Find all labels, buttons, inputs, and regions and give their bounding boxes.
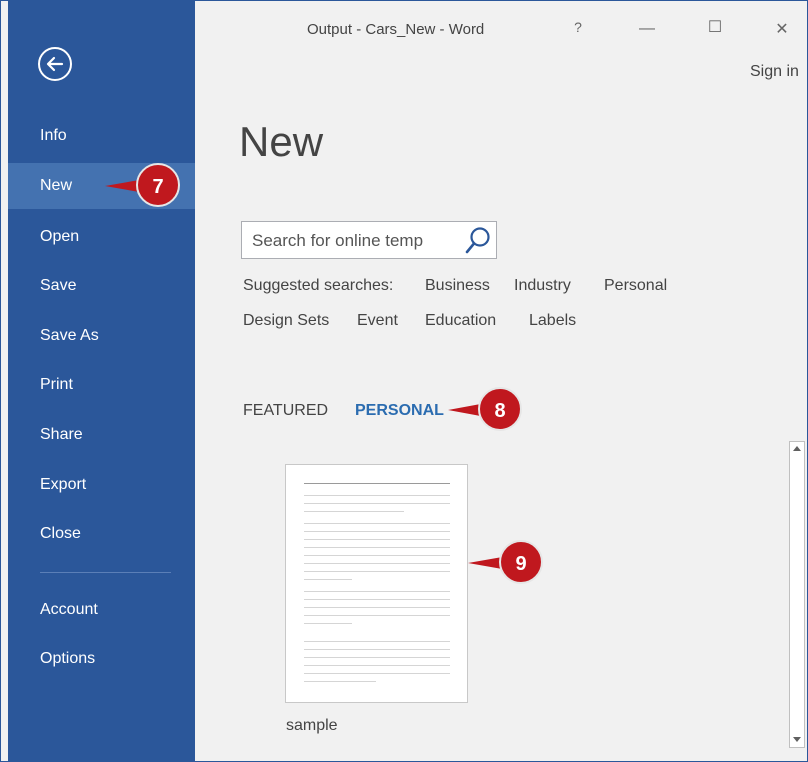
minimize-button[interactable]: — bbox=[635, 20, 659, 38]
maximize-button[interactable]: ☐ bbox=[703, 17, 727, 37]
close-button[interactable]: ✕ bbox=[770, 19, 794, 39]
doc-line bbox=[304, 591, 450, 592]
doc-line bbox=[304, 555, 450, 556]
nav-save-as[interactable]: Save As bbox=[8, 313, 195, 359]
template-thumbnail-sample[interactable] bbox=[285, 464, 468, 703]
doc-line bbox=[304, 607, 450, 608]
scroll-up-button[interactable] bbox=[790, 442, 804, 456]
nav-export[interactable]: Export bbox=[8, 462, 195, 508]
doc-title-line bbox=[304, 483, 450, 484]
back-button[interactable] bbox=[38, 47, 72, 81]
doc-line bbox=[304, 495, 450, 496]
tab-featured[interactable]: FEATURED bbox=[243, 402, 328, 420]
back-arrow-icon bbox=[46, 56, 64, 72]
suggested-education[interactable]: Education bbox=[425, 312, 496, 330]
doc-line bbox=[304, 673, 450, 674]
doc-line bbox=[304, 503, 450, 504]
arrow-down-icon bbox=[793, 737, 801, 742]
doc-line bbox=[304, 531, 450, 532]
doc-line bbox=[304, 511, 404, 512]
suggested-business[interactable]: Business bbox=[425, 277, 490, 295]
search-icon bbox=[465, 227, 490, 254]
callout-9: 9 bbox=[499, 540, 543, 584]
nav-close[interactable]: Close bbox=[8, 511, 195, 557]
vertical-scrollbar[interactable] bbox=[789, 441, 805, 748]
doc-line bbox=[304, 615, 450, 616]
help-button[interactable]: ? bbox=[566, 19, 590, 35]
callout-8: 8 bbox=[478, 387, 522, 431]
arrow-up-icon bbox=[793, 446, 801, 451]
backstage-sidebar: Info New Open Save Save As Print Share E… bbox=[8, 0, 195, 762]
suggested-labels[interactable]: Labels bbox=[529, 312, 576, 330]
nav-print[interactable]: Print bbox=[8, 362, 195, 408]
doc-line bbox=[304, 665, 450, 666]
suggested-searches-label: Suggested searches: bbox=[243, 277, 394, 294]
page-title: New bbox=[239, 118, 324, 165]
doc-line bbox=[304, 641, 450, 642]
search-input[interactable] bbox=[252, 230, 456, 252]
doc-line bbox=[304, 579, 352, 580]
doc-line bbox=[304, 657, 450, 658]
suggested-design-sets[interactable]: Design Sets bbox=[243, 312, 329, 330]
doc-line bbox=[304, 539, 450, 540]
sidebar-divider bbox=[40, 572, 171, 573]
tab-personal[interactable]: PERSONAL bbox=[355, 402, 444, 420]
suggested-personal[interactable]: Personal bbox=[604, 277, 667, 295]
nav-account[interactable]: Account bbox=[8, 587, 195, 633]
doc-line bbox=[304, 523, 450, 524]
suggested-event[interactable]: Event bbox=[357, 312, 398, 330]
doc-line bbox=[304, 563, 450, 564]
window-title: Output - Cars_New - Word bbox=[307, 21, 485, 38]
doc-line bbox=[304, 681, 376, 682]
doc-line bbox=[304, 623, 352, 624]
sign-in-link[interactable]: Sign in bbox=[750, 63, 799, 81]
nav-open[interactable]: Open bbox=[8, 214, 195, 260]
doc-line bbox=[304, 571, 450, 572]
template-label-sample[interactable]: sample bbox=[286, 717, 338, 735]
nav-info[interactable]: Info bbox=[8, 113, 195, 159]
search-button[interactable] bbox=[464, 226, 492, 261]
doc-line bbox=[304, 547, 450, 548]
doc-line bbox=[304, 599, 450, 600]
nav-share[interactable]: Share bbox=[8, 412, 195, 458]
suggested-industry[interactable]: Industry bbox=[514, 277, 571, 295]
callout-7: 7 bbox=[136, 163, 180, 207]
nav-options[interactable]: Options bbox=[8, 636, 195, 682]
template-search-box bbox=[241, 221, 497, 259]
scroll-down-button[interactable] bbox=[790, 733, 804, 747]
doc-line bbox=[304, 649, 450, 650]
nav-save[interactable]: Save bbox=[8, 263, 195, 309]
